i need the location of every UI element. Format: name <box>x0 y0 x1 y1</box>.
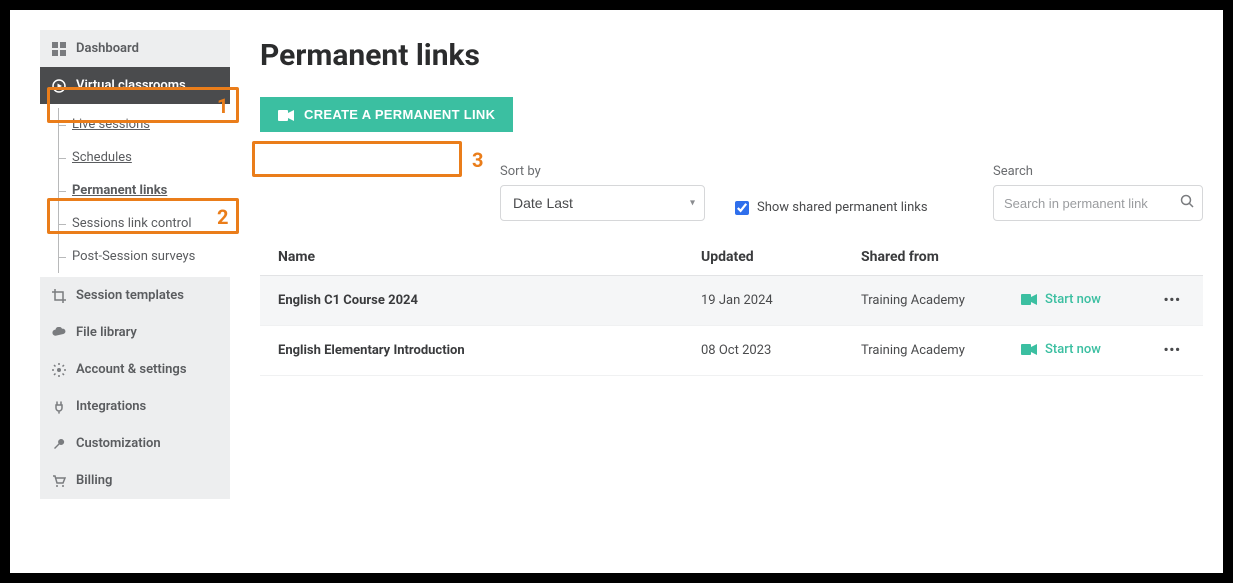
col-shared-from: Shared from <box>843 239 1003 276</box>
start-now-label: Start now <box>1045 292 1101 307</box>
sidebar-sub-label: Permanent links <box>72 183 167 198</box>
sidebar-item-label: Account & settings <box>76 362 187 377</box>
wrench-icon <box>52 437 66 451</box>
sidebar-subnav: Live sessions Schedules Permanent links … <box>40 104 230 277</box>
sort-select[interactable]: Date Last <box>500 185 705 221</box>
sidebar-sub-permanent-links[interactable]: Permanent links <box>50 174 230 207</box>
col-start <box>1003 239 1143 276</box>
cloud-icon <box>52 326 66 340</box>
sort-label: Sort by <box>500 164 705 179</box>
show-shared-checkbox-row[interactable]: Show shared permanent links <box>735 200 928 215</box>
start-now-link[interactable]: Start now <box>1021 292 1101 307</box>
sidebar-item-integrations[interactable]: Integrations <box>40 388 230 425</box>
sidebar-item-session-templates[interactable]: Session templates <box>40 277 230 314</box>
video-camera-icon <box>1021 344 1037 355</box>
row-menu-button[interactable]: ••• <box>1143 276 1203 326</box>
controls-row: Sort by Date Last ▾ Show shared permanen… <box>260 164 1203 221</box>
cell-shared-from: Training Academy <box>843 326 1003 376</box>
cell-name: English Elementary Introduction <box>260 326 683 376</box>
sidebar-sub-label: Post-Session surveys <box>72 249 195 264</box>
row-menu-button[interactable]: ••• <box>1143 326 1203 376</box>
main-content: Permanent links CREATE A PERMANENT LINK … <box>230 30 1203 553</box>
show-shared-label: Show shared permanent links <box>757 200 928 215</box>
show-shared-checkbox[interactable] <box>735 201 749 215</box>
permanent-links-table: Name Updated Shared from English C1 Cour… <box>260 239 1203 376</box>
crop-icon <box>52 289 66 303</box>
sidebar-sub-post-session-surveys[interactable]: Post-Session surveys <box>50 240 230 273</box>
page-title: Permanent links <box>260 38 1203 73</box>
sidebar-item-label: Customization <box>76 436 161 451</box>
table-row: English Elementary Introduction 08 Oct 2… <box>260 326 1203 376</box>
search-group: Search <box>993 164 1203 221</box>
sidebar-sub-label: Sessions link control <box>72 216 192 231</box>
sidebar-item-file-library[interactable]: File library <box>40 314 230 351</box>
sidebar-item-customization[interactable]: Customization <box>40 425 230 462</box>
search-label: Search <box>993 164 1203 179</box>
sidebar: Dashboard Virtual classrooms Live sessio… <box>40 30 230 553</box>
sidebar-item-label: Virtual classrooms <box>76 78 186 93</box>
gear-icon <box>52 363 66 377</box>
start-now-label: Start now <box>1045 342 1101 357</box>
plug-icon <box>52 400 66 414</box>
search-input-wrap <box>993 185 1203 221</box>
video-camera-icon <box>1021 294 1037 305</box>
cell-updated: 19 Jan 2024 <box>683 276 843 326</box>
table-row: English C1 Course 2024 19 Jan 2024 Train… <box>260 276 1203 326</box>
cart-icon <box>52 474 66 488</box>
sidebar-item-billing[interactable]: Billing <box>40 462 230 499</box>
sidebar-item-label: Integrations <box>76 399 146 414</box>
sidebar-item-account-settings[interactable]: Account & settings <box>40 351 230 388</box>
create-permanent-link-button[interactable]: CREATE A PERMANENT LINK <box>260 97 513 132</box>
cell-updated: 08 Oct 2023 <box>683 326 843 376</box>
sidebar-sub-schedules[interactable]: Schedules <box>50 141 230 174</box>
sidebar-item-label: Billing <box>76 473 112 488</box>
grid-icon <box>52 42 66 56</box>
create-button-label: CREATE A PERMANENT LINK <box>304 107 495 122</box>
col-actions <box>1143 239 1203 276</box>
sidebar-item-label: Session templates <box>76 288 184 303</box>
sidebar-item-dashboard[interactable]: Dashboard <box>40 30 230 67</box>
sidebar-sub-sessions-link-control[interactable]: Sessions link control <box>50 207 230 240</box>
col-updated: Updated <box>683 239 843 276</box>
search-input[interactable] <box>1004 196 1180 211</box>
cell-shared-from: Training Academy <box>843 276 1003 326</box>
sidebar-sub-label: Live sessions <box>72 117 150 132</box>
sidebar-sub-live-sessions[interactable]: Live sessions <box>50 108 230 141</box>
sort-select-wrap: Date Last ▾ <box>500 185 705 221</box>
sidebar-sub-label: Schedules <box>72 150 132 165</box>
col-name: Name <box>260 239 683 276</box>
cell-name: English C1 Course 2024 <box>260 276 683 326</box>
video-camera-icon <box>278 109 294 120</box>
sidebar-item-label: Dashboard <box>76 41 139 56</box>
search-icon[interactable] <box>1180 194 1194 212</box>
sidebar-item-virtual-classrooms[interactable]: Virtual classrooms <box>40 67 230 104</box>
sort-group: Sort by Date Last ▾ <box>500 164 705 221</box>
sidebar-item-label: File library <box>76 325 137 340</box>
play-circle-icon <box>52 79 66 93</box>
start-now-link[interactable]: Start now <box>1021 342 1101 357</box>
